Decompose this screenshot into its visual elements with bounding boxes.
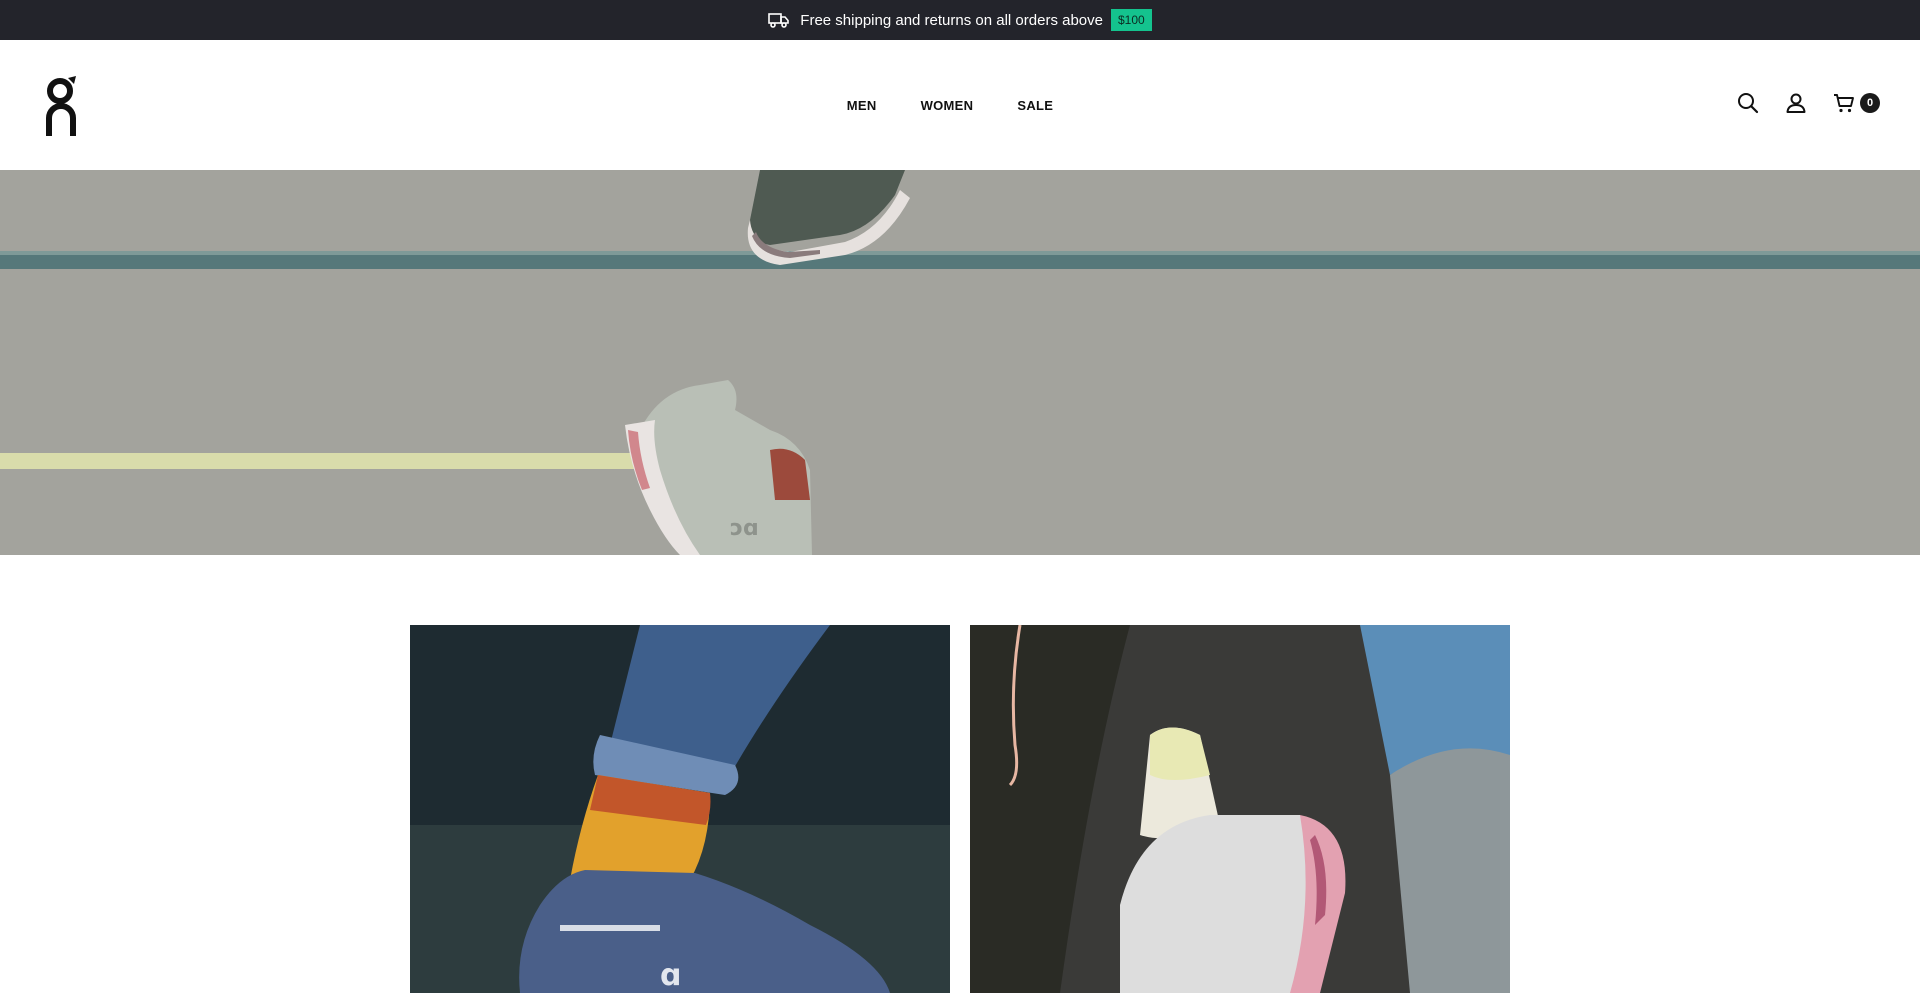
main-navigation: MEN WOMEN SALE <box>0 40 1920 170</box>
hero-banner[interactable]: ɔɑ <box>0 170 1920 555</box>
header-actions: 0 <box>1737 92 1880 114</box>
search-icon[interactable] <box>1737 92 1759 114</box>
announcement-bar: Free shipping and returns on all orders … <box>0 0 1920 40</box>
delivery-truck-icon <box>768 13 790 28</box>
site-header: MEN WOMEN SALE 0 <box>0 40 1920 170</box>
cart-icon <box>1834 94 1854 113</box>
svg-text:ɔɑ: ɔɑ <box>730 516 759 541</box>
category-tile[interactable] <box>970 625 1510 993</box>
nav-sale[interactable]: SALE <box>1017 98 1053 113</box>
nav-men[interactable]: MEN <box>847 98 877 113</box>
nav-women[interactable]: WOMEN <box>921 98 974 113</box>
white-pink-shoe-image <box>970 625 1510 993</box>
runners-shoes-hero-image: ɔɑ <box>0 170 1920 555</box>
blue-shoe-orange-sock-image: ɑ <box>410 625 950 993</box>
category-tile[interactable]: ɑ <box>410 625 950 993</box>
announcement-text: Free shipping and returns on all orders … <box>800 11 1103 29</box>
on-logo-icon[interactable] <box>46 74 78 136</box>
free-shipping-threshold-badge: $100 <box>1110 9 1152 31</box>
account-icon[interactable] <box>1785 92 1807 114</box>
cart-count-badge: 0 <box>1860 93 1880 113</box>
svg-text:ɑ: ɑ <box>660 958 681 993</box>
cart-button[interactable]: 0 <box>1833 92 1880 114</box>
